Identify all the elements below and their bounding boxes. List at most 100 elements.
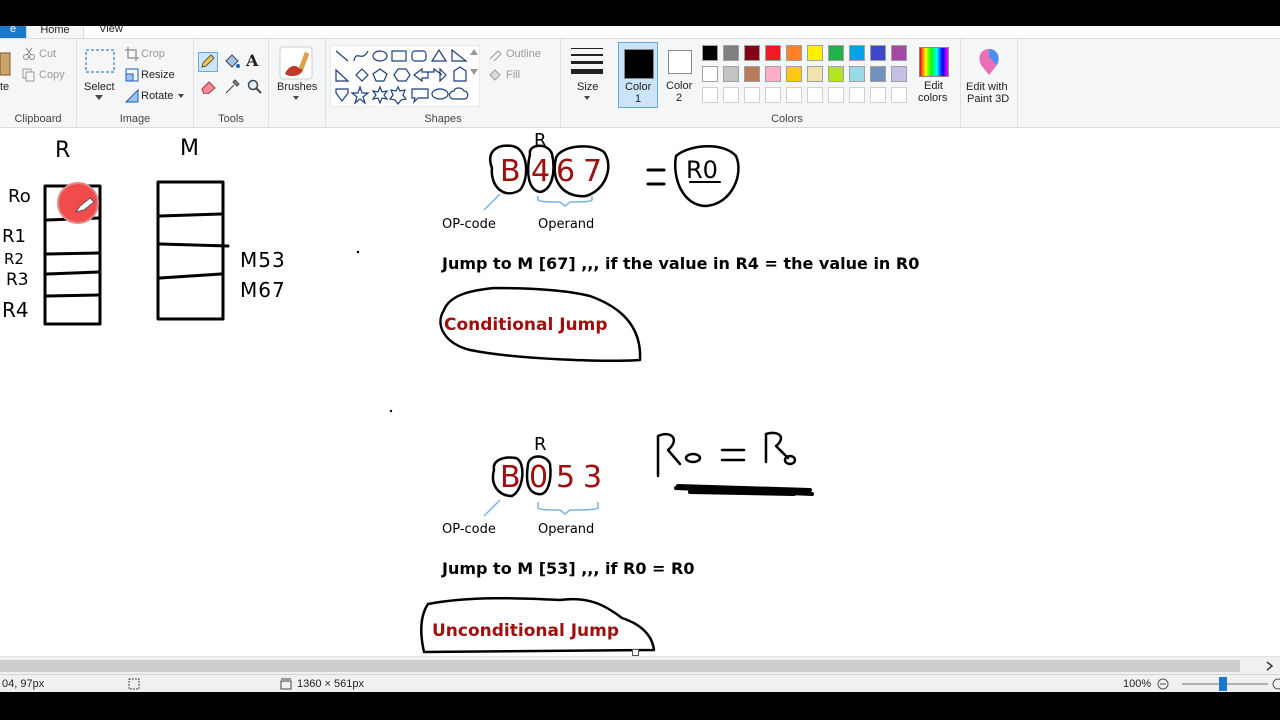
rotate-dropdown-icon[interactable] [178, 94, 184, 98]
palette-swatch[interactable] [786, 45, 802, 61]
size-button[interactable]: Size [577, 81, 598, 93]
edit-colors-button[interactable]: Edit colors [914, 42, 954, 108]
size-icon[interactable] [571, 47, 603, 75]
palette-swatch[interactable] [891, 87, 907, 103]
eraser-icon[interactable] [200, 80, 218, 94]
drawing-canvas[interactable]: R M Ro R1 R2 R3 R4 M53 M67 R B 4 6 7 R0 … [0, 128, 1280, 656]
palette-swatch[interactable] [702, 87, 718, 103]
palette-swatch[interactable] [723, 87, 739, 103]
color2-label: Color [666, 80, 693, 92]
select-dropdown-icon[interactable] [95, 95, 103, 100]
crop-icon [125, 47, 139, 61]
fill-bucket-icon[interactable] [223, 53, 241, 71]
palette-swatch[interactable] [723, 45, 739, 61]
rotate-button[interactable]: Rotate [141, 90, 173, 102]
palette-swatch[interactable] [870, 45, 886, 61]
color1-button[interactable]: Color 1 [618, 42, 658, 108]
paint3d-label-2[interactable]: Paint 3D [967, 93, 1009, 105]
brushes-dropdown-icon[interactable] [293, 96, 299, 100]
crop-button[interactable]: Crop [141, 48, 165, 60]
status-bar: 04, 97px 1360 × 561px 100% [0, 674, 1280, 693]
fill-icon [489, 69, 501, 81]
palette-swatch[interactable] [870, 87, 886, 103]
instr1-hw-R0: R0 [686, 156, 718, 184]
palette-swatch[interactable] [786, 66, 802, 82]
cut-icon [23, 47, 35, 60]
brushes-icon[interactable] [279, 46, 313, 80]
jump1-text: Jump to M [67] ,,, if the value in R4 = … [442, 254, 920, 273]
zoom-slider-thumb[interactable] [1219, 677, 1227, 691]
color-picker-icon[interactable] [224, 79, 240, 95]
brushes-button[interactable]: Brushes [277, 81, 317, 93]
palette-swatch[interactable] [702, 66, 718, 82]
brushes-group: Brushes [269, 39, 326, 127]
shapes-scroll-up-icon[interactable] [470, 49, 478, 55]
instr1-digit-4: 4 [531, 154, 551, 189]
palette-swatch[interactable] [807, 45, 823, 61]
select-button[interactable]: Select [84, 81, 115, 93]
image-group-label: Image [119, 113, 151, 125]
palette-swatch[interactable] [891, 66, 907, 82]
cut-button[interactable]: Cut [39, 48, 56, 60]
copy-button[interactable]: Copy [39, 69, 65, 81]
size-dropdown-icon[interactable] [584, 96, 590, 100]
shapes-group: Outline Fill Shapes [326, 39, 561, 127]
shapes-gallery[interactable] [330, 45, 480, 107]
instr1-operand-label: Operand [538, 217, 595, 232]
zoom-out-icon[interactable] [1157, 678, 1169, 690]
horizontal-scrollbar[interactable] [0, 656, 1280, 675]
tab-home[interactable]: Home [26, 26, 84, 38]
palette-swatch[interactable] [828, 66, 844, 82]
palette-swatch[interactable] [744, 45, 760, 61]
palette-swatch[interactable] [849, 87, 865, 103]
tab-view[interactable]: View [96, 26, 126, 38]
paste-icon[interactable] [0, 47, 12, 77]
instr1-opcode-B: B [500, 154, 521, 189]
canvas-resize-handle[interactable] [632, 649, 639, 656]
ribbon-tabs: e Home View [0, 26, 1280, 39]
palette-swatch[interactable] [744, 87, 760, 103]
palette-swatch[interactable] [828, 87, 844, 103]
pencil-tool[interactable] [198, 52, 218, 72]
hw-label-R: R [55, 138, 71, 163]
instr2-digit-3: 3 [583, 460, 603, 495]
palette-swatch[interactable] [807, 87, 823, 103]
palette-swatch[interactable] [870, 66, 886, 82]
select-icon[interactable] [85, 49, 115, 75]
color2-button[interactable]: Color 2 [660, 42, 700, 108]
fill-dropdown[interactable]: Fill [506, 69, 520, 81]
hw-label-R2: R2 [4, 250, 24, 268]
palette-swatch[interactable] [765, 87, 781, 103]
palette-swatch[interactable] [723, 66, 739, 82]
shapes-scroll-down-icon[interactable] [470, 69, 478, 75]
palette-swatch[interactable] [744, 66, 760, 82]
palette-swatch[interactable] [891, 45, 907, 61]
palette-swatch[interactable] [765, 45, 781, 61]
paint3d-group: Edit with Paint 3D [961, 39, 1018, 127]
color1-label: Color [625, 81, 652, 93]
edit-colors-icon [919, 47, 949, 77]
palette-swatch[interactable] [849, 66, 865, 82]
clipboard-group: te Cut Copy Clipboard [0, 39, 77, 127]
palette-swatch[interactable] [786, 87, 802, 103]
resize-button[interactable]: Resize [141, 69, 175, 81]
hw-label-M67: M67 [240, 278, 286, 302]
scrollbar-thumb[interactable] [0, 660, 1240, 672]
magnifier-icon[interactable] [247, 79, 263, 95]
paint3d-label[interactable]: Edit with [966, 81, 1008, 93]
scroll-right-icon[interactable] [1266, 661, 1274, 671]
paste-button-label[interactable]: te [0, 81, 9, 93]
hw-label-R0: Ro [8, 186, 31, 207]
paint3d-icon[interactable] [975, 47, 1003, 77]
zoom-in-icon[interactable] [1272, 678, 1280, 690]
text-tool[interactable]: A [246, 51, 258, 70]
palette-swatch[interactable] [828, 45, 844, 61]
palette-swatch[interactable] [849, 45, 865, 61]
outline-dropdown[interactable]: Outline [506, 48, 541, 60]
resize-icon [125, 68, 139, 82]
pencil-icon [201, 54, 215, 68]
palette-swatch[interactable] [702, 45, 718, 61]
tab-file[interactable]: e [0, 26, 26, 38]
palette-swatch[interactable] [807, 66, 823, 82]
palette-swatch[interactable] [765, 66, 781, 82]
